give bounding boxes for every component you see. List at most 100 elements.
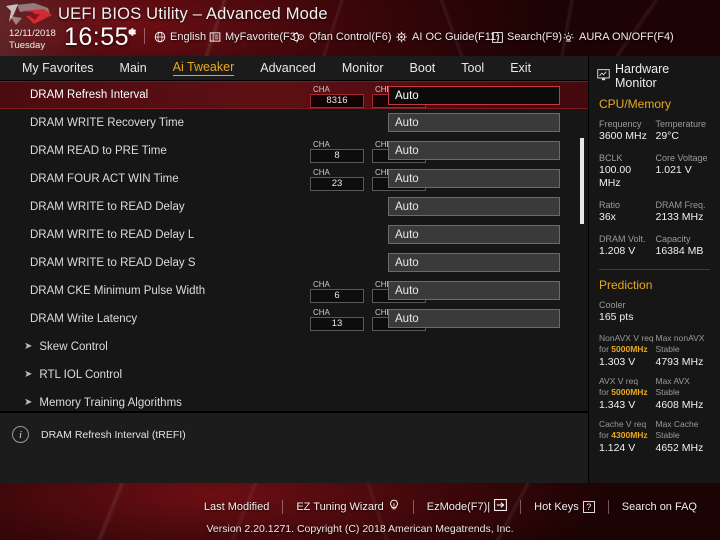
help-bar: i DRAM Refresh Interval (tREFI) (0, 411, 588, 483)
channel-a-value: 23 (310, 177, 364, 191)
prediction-field: Max AVX Stable 4608 MHz (656, 376, 713, 412)
header-item-aura[interactable]: AURA ON/OFF(F4) (562, 30, 674, 44)
settings-value-field[interactable]: Auto (388, 309, 560, 328)
prediction-field-key: NonAVX V req for 5000MHz (599, 333, 654, 354)
cooler-field: Cooler 165 pts (599, 299, 712, 324)
settings-scrollbar[interactable] (580, 86, 586, 406)
cpu-memory-section-title: CPU/Memory (599, 97, 672, 111)
channel-a-label: CHA (313, 308, 330, 317)
bottom-button-label: Last Modified (203, 500, 270, 513)
prediction-field: NonAVX V req for 5000MHz 1.303 V (599, 333, 656, 369)
menu-tab-ai-tweaker[interactable]: Ai Tweaker (172, 60, 235, 76)
hotkey-badge: ? (582, 500, 595, 513)
hw-field-value: 16384 MB (655, 245, 704, 257)
settings-row[interactable]: DRAM Write LatencyCHA13CHB13Auto (0, 305, 588, 333)
menu-tab-advanced[interactable]: Advanced (260, 61, 316, 75)
settings-value-field[interactable]: Auto (388, 197, 560, 216)
prediction-field-key: Max Cache Stable (655, 419, 699, 440)
header-item-qfan[interactable]: Qfan Control(F6) (292, 30, 392, 44)
header-item-language[interactable]: English (154, 30, 206, 44)
header-item-ai-oc-guide[interactable]: AI OC Guide(F11) (395, 30, 500, 44)
hw-field-key: Temperature (655, 119, 707, 129)
menu-tab-boot[interactable]: Boot (410, 61, 436, 75)
monitor-icon (597, 68, 610, 84)
settings-row[interactable]: DRAM CKE Minimum Pulse WidthCHA6CHB6Auto (0, 277, 588, 305)
channel-a-readout: CHA 6 (310, 280, 364, 303)
settings-submenu-row[interactable]: ➤ RTL IOL Control (0, 361, 588, 389)
prediction-field-value: 4608 MHz (655, 399, 704, 411)
hw-field: Frequency 3600 MHz (599, 118, 656, 143)
aura-light-icon (562, 31, 575, 43)
scrollbar-thumb[interactable] (580, 138, 584, 224)
settings-value-field[interactable]: Auto (388, 113, 560, 132)
chevron-right-icon: ➤ (24, 397, 33, 408)
app-title: UEFI BIOS Utility – Advanced Mode (58, 5, 328, 23)
bulb-icon (388, 499, 400, 514)
settings-row[interactable]: DRAM WRITE to READ Delay S Auto (0, 249, 588, 277)
bottom-button-ezmode-f7[interactable]: EzMode(F7)| (414, 499, 520, 514)
prediction-field-key: Max nonAVX Stable (655, 333, 705, 354)
channel-a-value: 13 (310, 317, 364, 331)
fan-icon (292, 31, 305, 43)
bottom-button-search-on-faq[interactable]: Search on FAQ (609, 501, 710, 513)
settings-row[interactable]: DRAM READ to PRE TimeCHA8CHB8Auto (0, 137, 588, 165)
settings-value-field[interactable]: Auto (388, 86, 560, 105)
menu-tab-main[interactable]: Main (120, 61, 147, 75)
settings-value-field[interactable]: Auto (388, 141, 560, 160)
settings-row[interactable]: DRAM WRITE Recovery Time Auto (0, 109, 588, 137)
chevron-right-icon: ➤ (24, 341, 33, 352)
prediction-field-value: 4652 MHz (655, 442, 704, 454)
hw-field-value: 1.208 V (599, 245, 636, 257)
hw-field-value: 3600 MHz (599, 130, 647, 142)
menu-tab-tool[interactable]: Tool (461, 61, 484, 75)
settings-value-field[interactable]: Auto (388, 169, 560, 188)
settings-row-label: DRAM READ to PRE Time (30, 145, 167, 157)
settings-row-label: DRAM Write Latency (30, 313, 138, 325)
header-item-myfavorite[interactable]: MyFavorite(F3) (209, 30, 300, 44)
bottom-button-ez-tuning-wizard[interactable]: EZ Tuning Wizard (283, 499, 412, 514)
date-value: 12/11/2018 (9, 28, 56, 39)
prediction-field: Max nonAVX Stable 4793 MHz (656, 333, 713, 369)
channel-a-label: CHA (313, 280, 330, 289)
channel-a-label: CHA (313, 168, 330, 177)
settings-row-label: DRAM WRITE to READ Delay S (30, 257, 196, 269)
header-item-search[interactable]: ? Search(F9) (492, 30, 562, 44)
gear-icon[interactable] (124, 25, 138, 39)
settings-submenu-row[interactable]: ➤ Skew Control (0, 333, 588, 361)
help-text: DRAM Refresh Interval (tREFI) (41, 429, 186, 441)
favorite-list-icon (209, 31, 221, 43)
settings-submenu-row[interactable]: ➤ Memory Training Algorithms (0, 389, 588, 411)
hw-field-key: Ratio (599, 200, 621, 210)
hardware-monitor-title: Hardware Monitor (597, 62, 712, 90)
bottom-button-label: EzMode(F7)| (426, 500, 491, 513)
bottom-button-hot-keys[interactable]: Hot Keys? (521, 500, 608, 513)
settings-row[interactable]: DRAM WRITE to READ Delay L Auto (0, 221, 588, 249)
prediction-field-key: Max AVX Stable (655, 376, 690, 397)
hw-field-key: Core Voltage (655, 153, 708, 163)
header-item-label: AURA ON/OFF(F4) (579, 31, 674, 43)
settings-row[interactable]: DRAM WRITE to READ Delay Auto (0, 193, 588, 221)
settings-value-field[interactable]: Auto (388, 225, 560, 244)
bottom-button-label: Hot Keys (534, 500, 579, 513)
settings-value-field[interactable]: Auto (388, 281, 560, 300)
cooler-value: 165 pts (599, 311, 634, 323)
hw-field-value: 29°C (655, 130, 679, 142)
hw-field-value: 2133 MHz (655, 211, 704, 223)
settings-value-field[interactable]: Auto (388, 253, 560, 272)
menu-tab-exit[interactable]: Exit (510, 61, 531, 75)
header-separator (144, 28, 145, 44)
question-box-icon: ? (492, 31, 503, 43)
settings-row-label: DRAM WRITE to READ Delay (30, 201, 185, 213)
hw-field: DRAM Freq. 2133 MHz (656, 199, 713, 224)
hw-field-key: DRAM Volt. (599, 234, 646, 244)
hw-field-value: 100.00 MHz (599, 164, 632, 189)
settings-row[interactable]: DRAM Refresh IntervalCHA8316CHB8316Auto (0, 81, 588, 109)
chevron-right-icon: ➤ (24, 369, 33, 380)
version-text: Version 2.20.1271. Copyright (C) 2018 Am… (206, 523, 514, 535)
channel-a-readout: CHA 23 (310, 168, 364, 191)
menu-tab-monitor[interactable]: Monitor (342, 61, 384, 75)
settings-row[interactable]: DRAM FOUR ACT WIN TimeCHA23CHB23Auto (0, 165, 588, 193)
menu-tab-my-favorites[interactable]: My Favorites (22, 61, 94, 75)
settings-row-label: Skew Control (39, 341, 108, 353)
bottom-button-last-modified[interactable]: Last Modified (191, 501, 282, 513)
